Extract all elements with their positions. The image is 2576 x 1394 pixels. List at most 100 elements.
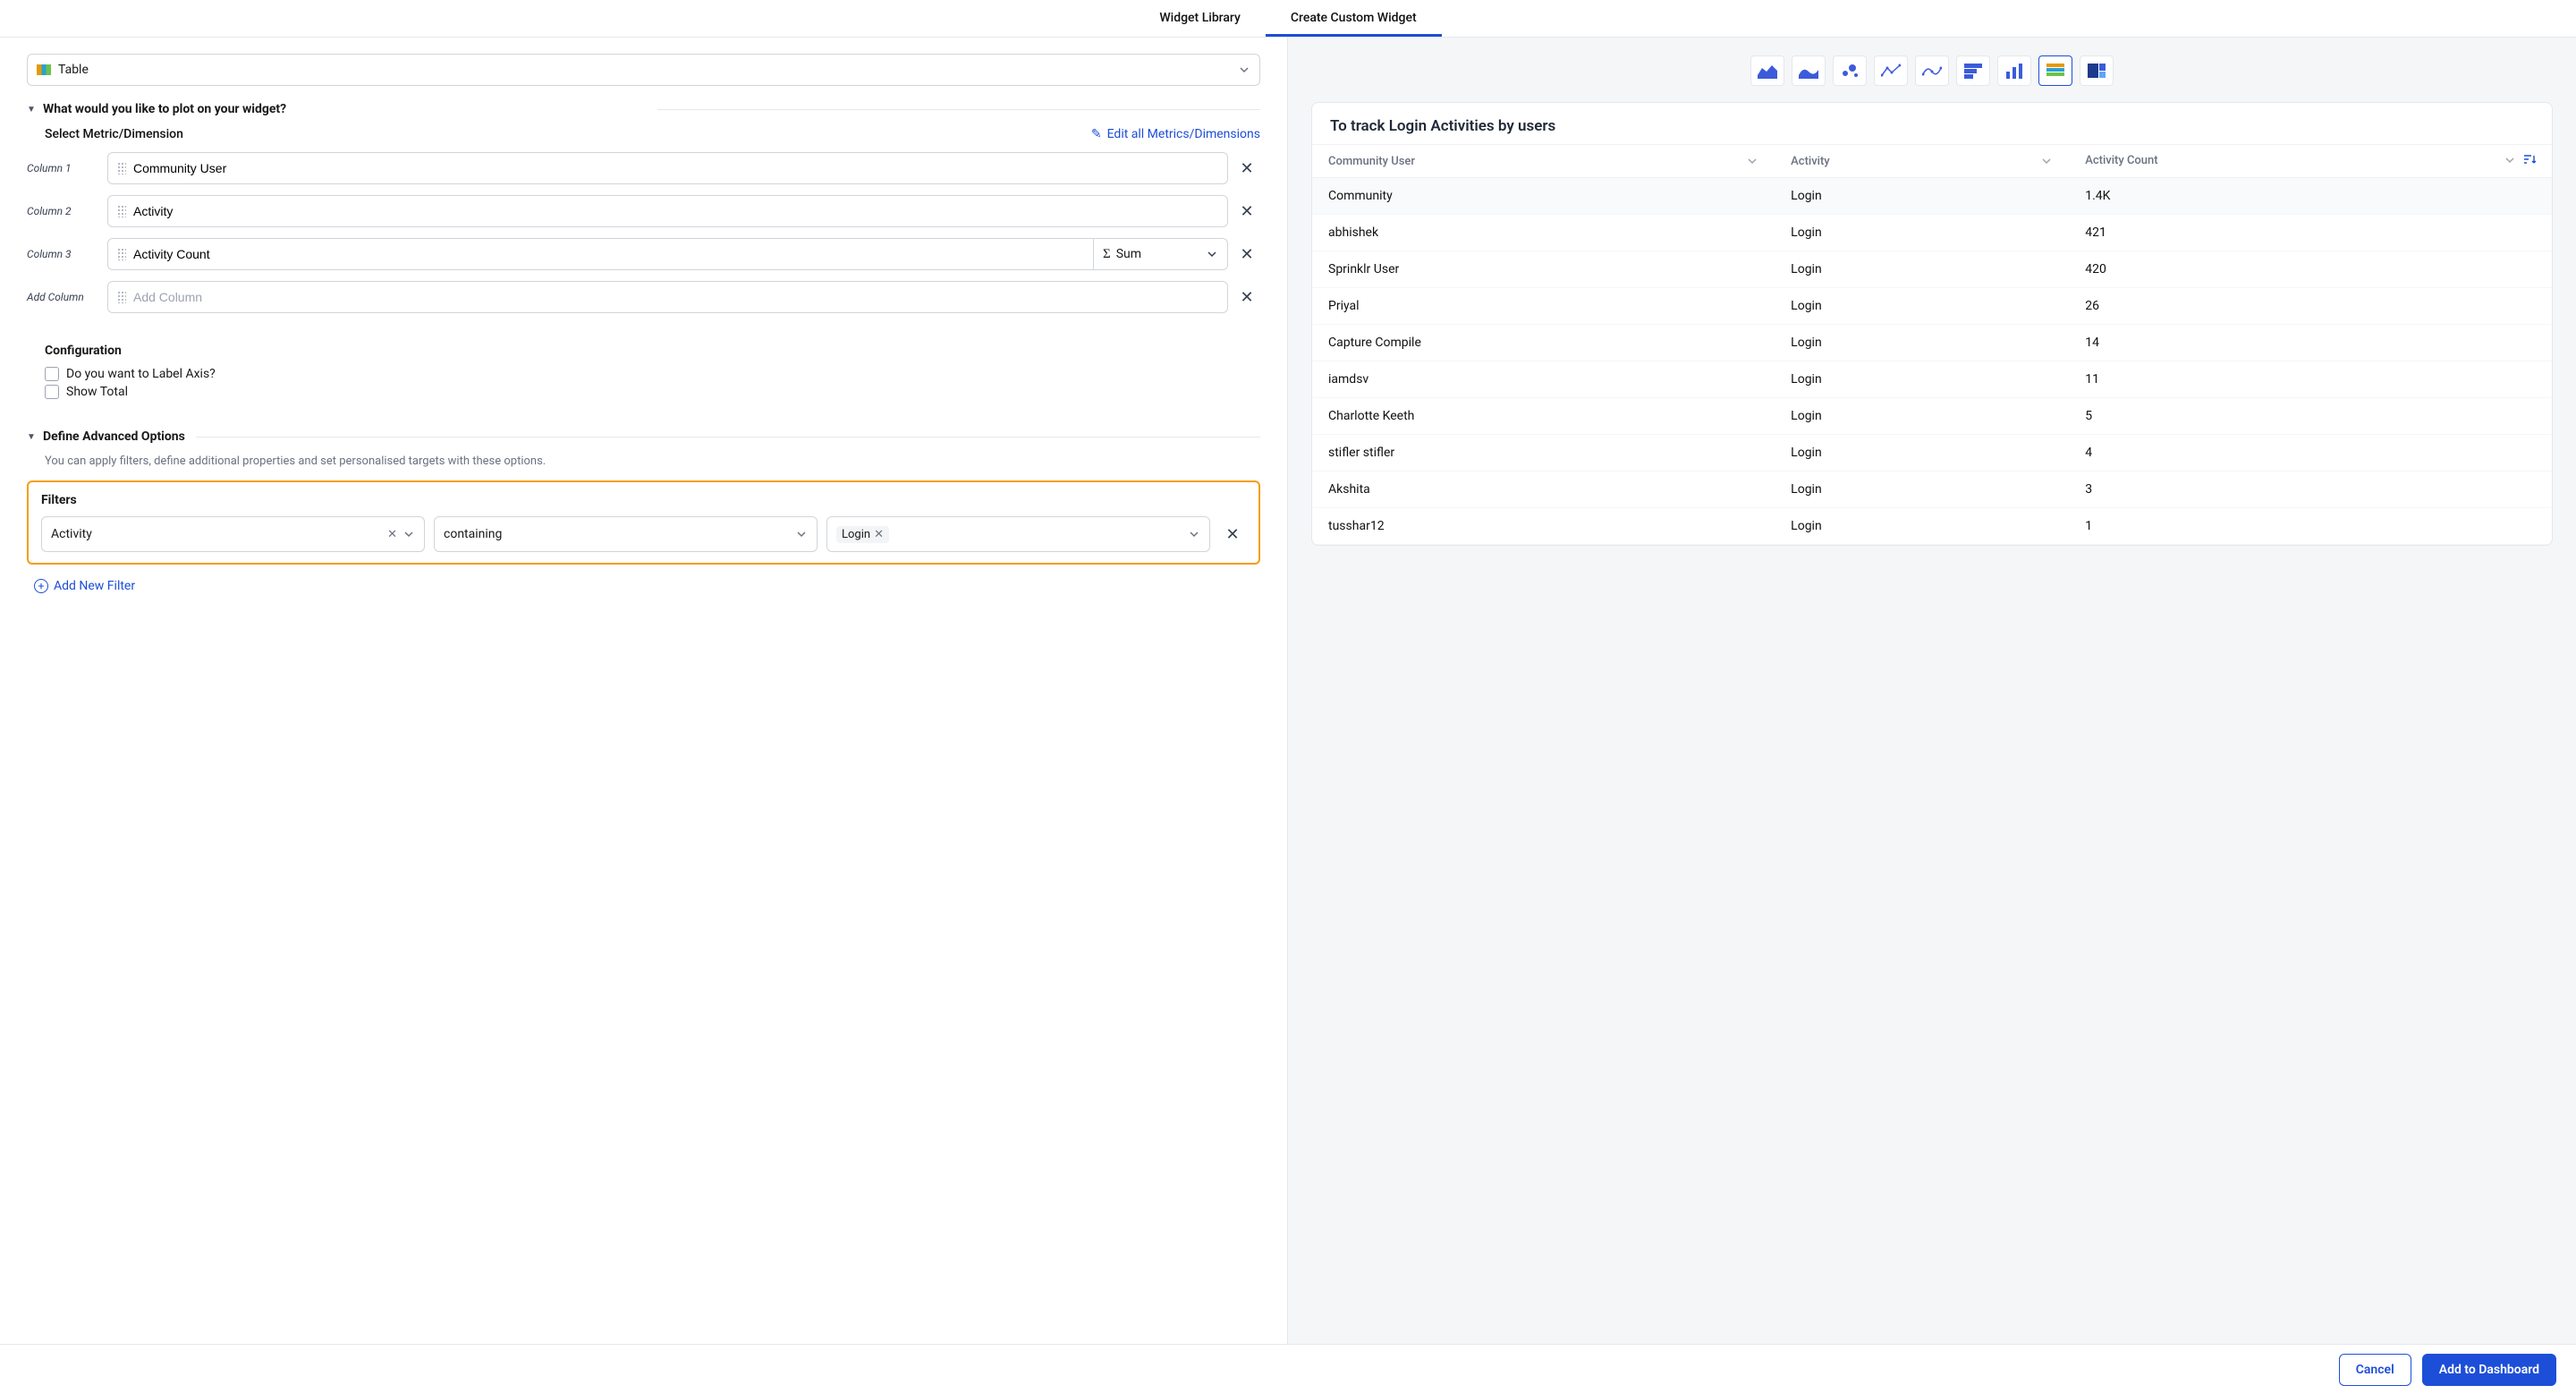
cell-user: Charlotte Keeth [1312,398,1775,435]
filter-field-select[interactable]: Activity ✕ [41,516,425,552]
collapse-triangle-icon: ▼ [27,105,36,115]
column-row: Column 3 Σ Sum ✕ [27,238,1260,270]
remove-column-button[interactable]: ✕ [1233,288,1260,307]
add-column-input[interactable] [107,281,1228,313]
plot-section-title: What would you like to plot on your widg… [43,102,647,116]
cell-user: stifler stifler [1312,435,1775,472]
bar-chart-icon[interactable] [1997,55,2031,86]
cell-user: Capture Compile [1312,325,1775,361]
footer-actions: Cancel Add to Dashboard [0,1344,2576,1394]
preview-table: Community User Activity Activity Count [1312,144,2552,545]
preview-panel: To track Login Activities by users Commu… [1288,38,2576,1344]
edit-all-text: Edit all Metrics/Dimensions [1107,127,1260,141]
preview-card: To track Login Activities by users Commu… [1311,102,2553,546]
cell-count: 26 [2069,288,2552,325]
column-row: Column 1 ✕ [27,152,1260,184]
col-header-user-text: Community User [1328,155,1415,168]
cell-count: 1.4K [2069,178,2552,215]
filter-value-select[interactable]: Login ✕ [826,516,1210,552]
table-row[interactable]: Sprinklr User Login 420 [1312,251,2552,288]
cell-activity: Login [1775,215,2069,251]
sigma-icon: Σ [1103,247,1111,262]
treemap-icon[interactable] [2080,55,2114,86]
advanced-subtitle: You can apply filters, define additional… [45,455,1260,468]
widget-type-select[interactable]: Table [27,54,1260,86]
add-column-field[interactable] [133,290,1218,304]
col-header-activity[interactable]: Activity [1775,145,2069,178]
plot-section-header[interactable]: ▼ What would you like to plot on your wi… [27,102,1260,116]
label-axis-text: Do you want to Label Axis? [66,367,216,381]
show-total-text: Show Total [66,385,128,399]
cell-activity: Login [1775,435,2069,472]
column-field[interactable] [133,204,1218,218]
sort-desc-icon[interactable] [2523,154,2536,168]
column-label: Column 1 [27,162,107,174]
edit-all-metrics-link[interactable]: ✎Edit all Metrics/Dimensions [1091,127,1260,141]
column-field[interactable] [133,247,1084,261]
column-input[interactable] [107,195,1228,227]
add-filter-text: Add New Filter [54,579,135,593]
line-chart-icon[interactable] [1874,55,1908,86]
remove-column-button[interactable]: ✕ [1233,159,1260,178]
col-header-user[interactable]: Community User [1312,145,1775,178]
cell-user: Priyal [1312,288,1775,325]
chevron-down-icon [1238,64,1250,76]
cell-activity: Login [1775,325,2069,361]
tab-widget-library[interactable]: Widget Library [1134,0,1266,37]
table-row[interactable]: Akshita Login 3 [1312,472,2552,508]
cell-activity: Login [1775,288,2069,325]
table-row[interactable]: Community Login 1.4K [1312,178,2552,215]
spline-area-icon[interactable] [1792,55,1826,86]
plus-circle-icon: + [34,579,48,593]
add-new-filter-link[interactable]: + Add New Filter [34,579,1260,593]
line-chart-smooth-icon[interactable] [1915,55,1949,86]
column-field[interactable] [133,161,1218,175]
filter-operator-select[interactable]: containing [434,516,818,552]
widget-type-label: Table [58,63,1238,77]
table-row[interactable]: abhishek Login 421 [1312,215,2552,251]
remove-filter-button[interactable]: ✕ [1219,525,1246,544]
table-row[interactable]: Priyal Login 26 [1312,288,2552,325]
col-header-count-text: Activity Count [2085,154,2157,167]
table-row[interactable]: Charlotte Keeth Login 5 [1312,398,2552,435]
stacked-bar-icon[interactable] [1956,55,1990,86]
table-row[interactable]: iamdsv Login 11 [1312,361,2552,398]
chevron-down-icon [1188,528,1200,540]
cell-activity: Login [1775,251,2069,288]
filters-section: Filters Activity ✕ containing Login ✕ [27,480,1260,565]
cell-count: 4 [2069,435,2552,472]
show-total-checkbox[interactable] [45,385,59,399]
bubble-chart-icon[interactable] [1833,55,1867,86]
table-icon[interactable] [2038,55,2072,86]
cell-user: Akshita [1312,472,1775,508]
clear-field-icon[interactable]: ✕ [387,528,397,541]
collapse-triangle-icon: ▼ [27,432,36,442]
label-axis-checkbox[interactable] [45,367,59,381]
cell-activity: Login [1775,361,2069,398]
chevron-down-icon [2040,155,2053,167]
column-input[interactable] [107,152,1228,184]
table-row[interactable]: tusshar12 Login 1 [1312,508,2552,545]
add-to-dashboard-button[interactable]: Add to Dashboard [2422,1354,2556,1386]
column-label: Column 2 [27,205,107,217]
remove-column-button[interactable]: ✕ [1233,202,1260,221]
table-row[interactable]: Capture Compile Login 14 [1312,325,2552,361]
cell-user: Community [1312,178,1775,215]
configuration-title: Configuration [45,344,1260,358]
tab-create-custom-widget[interactable]: Create Custom Widget [1266,0,1442,37]
column-label: Column 3 [27,248,107,260]
remove-chip-icon[interactable]: ✕ [874,528,884,541]
cancel-button[interactable]: Cancel [2339,1354,2411,1386]
remove-column-button[interactable]: ✕ [1233,245,1260,264]
table-row[interactable]: stifler stifler Login 4 [1312,435,2552,472]
cell-user: abhishek [1312,215,1775,251]
filter-value-chip[interactable]: Login ✕ [836,526,889,543]
aggregation-select[interactable]: Σ Sum [1094,238,1228,270]
cell-user: iamdsv [1312,361,1775,398]
column-input[interactable] [107,238,1094,270]
filter-field-value: Activity [51,527,387,541]
cell-count: 5 [2069,398,2552,435]
advanced-section-header[interactable]: ▼ Define Advanced Options [27,429,1260,444]
area-chart-icon[interactable] [1750,55,1784,86]
col-header-count[interactable]: Activity Count [2069,145,2552,178]
